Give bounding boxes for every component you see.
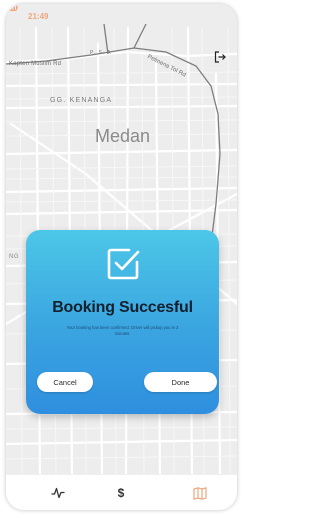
- booking-success-dialog: Booking Succesful Your booking has been …: [26, 230, 219, 414]
- dialog-message: Your booking has been confirmed. Driver …: [66, 325, 179, 336]
- checkbox-check-icon: [107, 248, 140, 280]
- phone-screen: 21:49 Kapten Muslim Rd P. S. A Pelmena T…: [6, 4, 237, 510]
- logout-button[interactable]: [214, 51, 228, 65]
- nav-map[interactable]: [192, 485, 208, 501]
- map-label-left-edge: NG: [9, 254, 20, 260]
- done-button[interactable]: Done: [144, 372, 217, 392]
- logout-icon: [214, 51, 226, 63]
- map-label-psa: P. S. A: [90, 50, 112, 56]
- battery-icon: [6, 4, 18, 11]
- activity-icon: [51, 487, 65, 499]
- dialog-title: Booking Succesful: [52, 299, 193, 316]
- map-label-road: Kapten Muslim Rd: [9, 61, 62, 67]
- status-time: 21:49: [28, 11, 49, 21]
- dollar-icon: $: [117, 486, 125, 500]
- status-bar: 21:49: [6, 4, 237, 28]
- map-label-city: Medan: [95, 126, 151, 146]
- map-label-district: GG. KENANGA: [50, 97, 113, 104]
- bottom-nav: $: [6, 474, 237, 510]
- map-icon: [193, 486, 207, 500]
- cancel-button[interactable]: Cancel: [37, 372, 93, 392]
- nav-activity[interactable]: [50, 485, 66, 501]
- nav-payment[interactable]: $: [113, 485, 129, 501]
